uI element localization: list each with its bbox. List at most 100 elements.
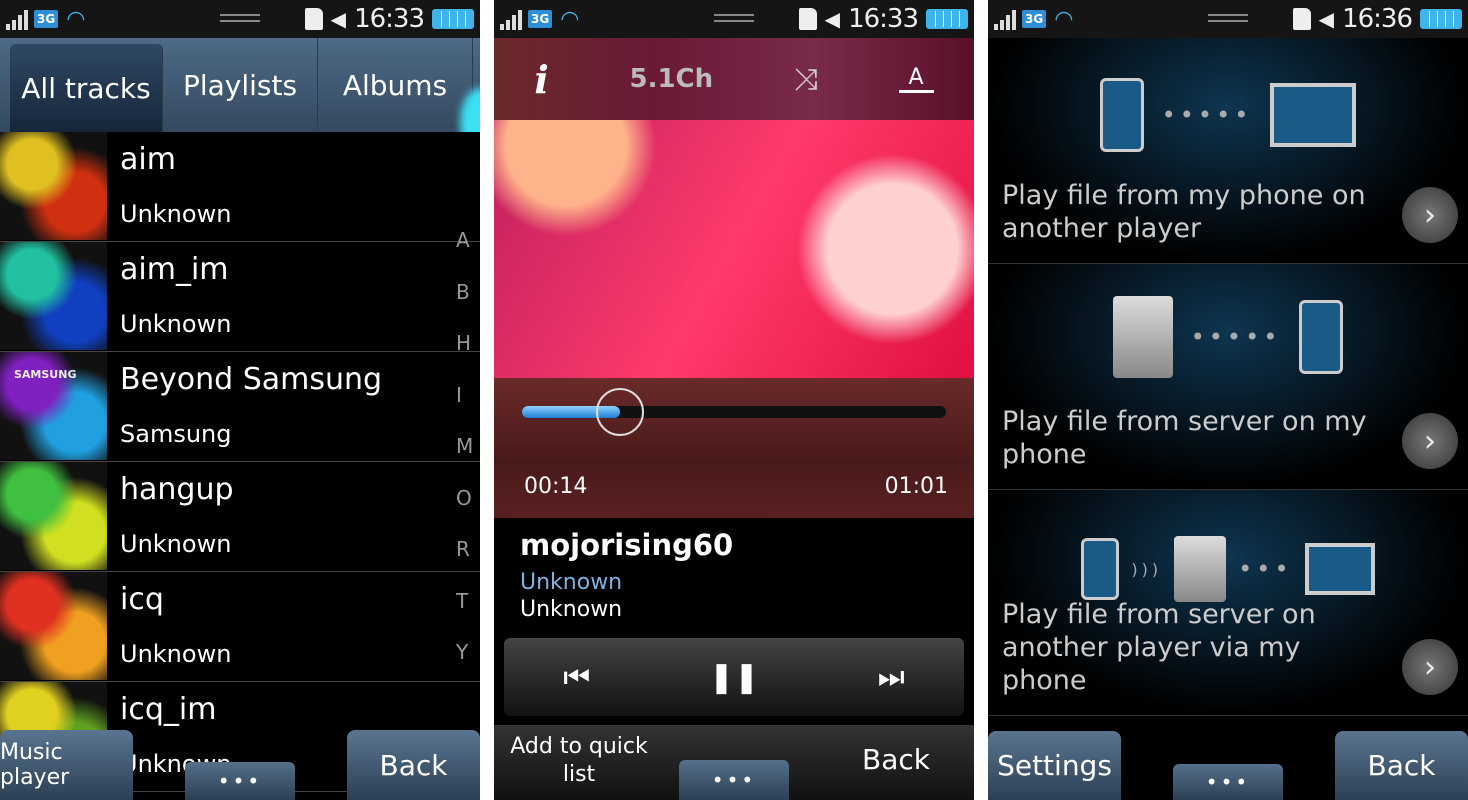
index-letter[interactable]: M (456, 434, 473, 458)
track-title: icq_im (120, 692, 217, 727)
track-row[interactable]: aim_im Unknown (0, 242, 480, 352)
speaker-icon: ◀ (1318, 7, 1335, 31)
track-row[interactable]: icq Unknown (0, 572, 480, 682)
track-artist: Unknown (120, 200, 232, 228)
track-artist[interactable]: Unknown (520, 570, 622, 595)
battery-icon (1420, 9, 1462, 29)
network-type: 3G (1022, 10, 1047, 28)
status-bar: 3G ◠ ◀ 16:33 (0, 0, 480, 38)
drag-handle[interactable] (1208, 14, 1248, 22)
index-letter[interactable]: Y (456, 640, 468, 664)
signal-icon (6, 8, 28, 30)
phone-icon (1099, 78, 1144, 152)
tab-all-tracks[interactable]: All tracks (10, 44, 163, 132)
index-letter[interactable]: O (456, 486, 472, 510)
back-button[interactable]: Back (862, 743, 930, 776)
music-player-button[interactable]: Music player (0, 730, 133, 800)
tv-icon (1304, 543, 1375, 595)
info-icon[interactable]: i (534, 57, 548, 102)
track-artist: Unknown (120, 530, 232, 558)
back-button[interactable]: Back (1335, 731, 1468, 800)
chevron-right-icon[interactable]: › (1402, 639, 1458, 695)
index-letter[interactable]: H (456, 331, 471, 355)
clock: 16:36 (1342, 4, 1413, 34)
track-title: aim_im (120, 252, 229, 287)
repeat-icon[interactable]: A (898, 65, 934, 93)
server-icon (1112, 296, 1173, 378)
more-options-button[interactable]: ••• (185, 762, 295, 800)
sd-card-icon (304, 8, 323, 30)
option-label: Play file from my phone on another playe… (1002, 180, 1366, 244)
settings-button[interactable]: Settings (988, 731, 1121, 800)
screen-now-playing: 3G ◠ ◀ 16:33 i 5.1Ch ⤨ A 00:14 01:01 mojo… (494, 0, 974, 800)
chevron-right-icon[interactable]: › (1402, 413, 1458, 469)
sd-card-icon (1292, 8, 1311, 30)
track-title: hangup (120, 472, 234, 507)
status-bar: 3G ◠ ◀ 16:33 (494, 0, 974, 38)
add-to-quick-list-button[interactable]: Add to quick list (504, 733, 654, 789)
track-title: aim (120, 142, 176, 177)
tab-albums[interactable]: Albums (318, 38, 473, 132)
server-icon (1174, 536, 1227, 602)
track-row[interactable]: hangup Unknown (0, 462, 480, 572)
wifi-icon: ◠ (66, 6, 86, 32)
speaker-icon: ◀ (330, 7, 347, 31)
track-row[interactable]: aim Unknown (0, 132, 480, 242)
chevron-right-icon[interactable]: › (1402, 187, 1458, 243)
phone-icon (1299, 300, 1344, 374)
network-type: 3G (34, 10, 59, 28)
wifi-icon: ◠ (560, 6, 580, 32)
index-letter[interactable]: T (456, 589, 468, 613)
screen-allshare: 3G ◠ ◀ 16:36 ••••• Play file from my phon… (988, 0, 1468, 800)
drag-handle[interactable] (714, 14, 754, 22)
option-server-to-player-via-phone[interactable]: ))) ••• Play file from server on another … (988, 490, 1468, 716)
battery-icon (926, 9, 968, 29)
previous-icon[interactable]: ⏮ (563, 660, 590, 695)
wifi-icon: ◠ (1054, 6, 1074, 32)
option-server-to-phone[interactable]: ••••• Play file from server on my phone … (988, 264, 1468, 490)
album-thumbnail (0, 572, 107, 680)
drag-handle[interactable] (220, 14, 260, 22)
playback-controls: ⏮ ❚❚ ⏭ (504, 638, 964, 716)
samsung-logo: SAMSUNG (14, 368, 77, 381)
pause-icon[interactable]: ❚❚ (709, 660, 759, 695)
speaker-icon: ◀ (824, 7, 841, 31)
shuffle-icon[interactable]: ⤨ (794, 62, 818, 97)
track-title: mojorising60 (520, 528, 734, 562)
seek-handle[interactable] (595, 388, 644, 436)
index-letter[interactable]: B (456, 280, 470, 304)
option-label: Play file from server on my phone (1002, 406, 1367, 470)
next-icon[interactable]: ⏭ (878, 660, 905, 695)
surround-51-icon[interactable]: 5.1Ch (629, 64, 713, 94)
total-time: 01:01 (884, 474, 948, 499)
track-artist: Unknown (120, 310, 232, 338)
more-options-button[interactable]: ••• (679, 760, 789, 800)
track-title: Beyond Samsung (120, 362, 383, 397)
back-button[interactable]: Back (347, 730, 480, 800)
option-label: Play file from server on another player … (1002, 599, 1316, 696)
index-letter[interactable]: I (456, 383, 462, 407)
tab-playlists[interactable]: Playlists (163, 38, 318, 132)
clock: 16:33 (848, 4, 919, 34)
album-thumbnail (0, 462, 107, 570)
network-type: 3G (528, 10, 553, 28)
sd-card-icon (798, 8, 817, 30)
more-options-button[interactable]: ••• (1173, 764, 1283, 800)
album-thumbnail: SAMSUNG (0, 352, 107, 460)
seek-bar[interactable] (522, 388, 946, 436)
progress-area: 00:14 01:01 (494, 378, 974, 518)
track-album: Unknown (520, 597, 623, 622)
option-phone-to-player[interactable]: ••••• Play file from my phone on another… (988, 38, 1468, 264)
index-letter[interactable]: A (456, 228, 470, 252)
player-toolbar: i 5.1Ch ⤨ A (494, 38, 974, 120)
signal-icon (994, 8, 1016, 30)
screen-all-tracks: 3G ◠ ◀ 16:33 All tracks Playlists Albums … (0, 0, 480, 800)
tv-icon (1270, 83, 1357, 147)
phone-icon (1081, 538, 1120, 600)
album-thumbnail (0, 242, 107, 350)
index-letter[interactable]: R (456, 537, 470, 561)
battery-icon (432, 9, 474, 29)
track-row[interactable]: SAMSUNG Beyond Samsung Samsung (0, 352, 480, 462)
track-title: icq (120, 582, 164, 617)
status-bar: 3G ◠ ◀ 16:36 (988, 0, 1468, 38)
